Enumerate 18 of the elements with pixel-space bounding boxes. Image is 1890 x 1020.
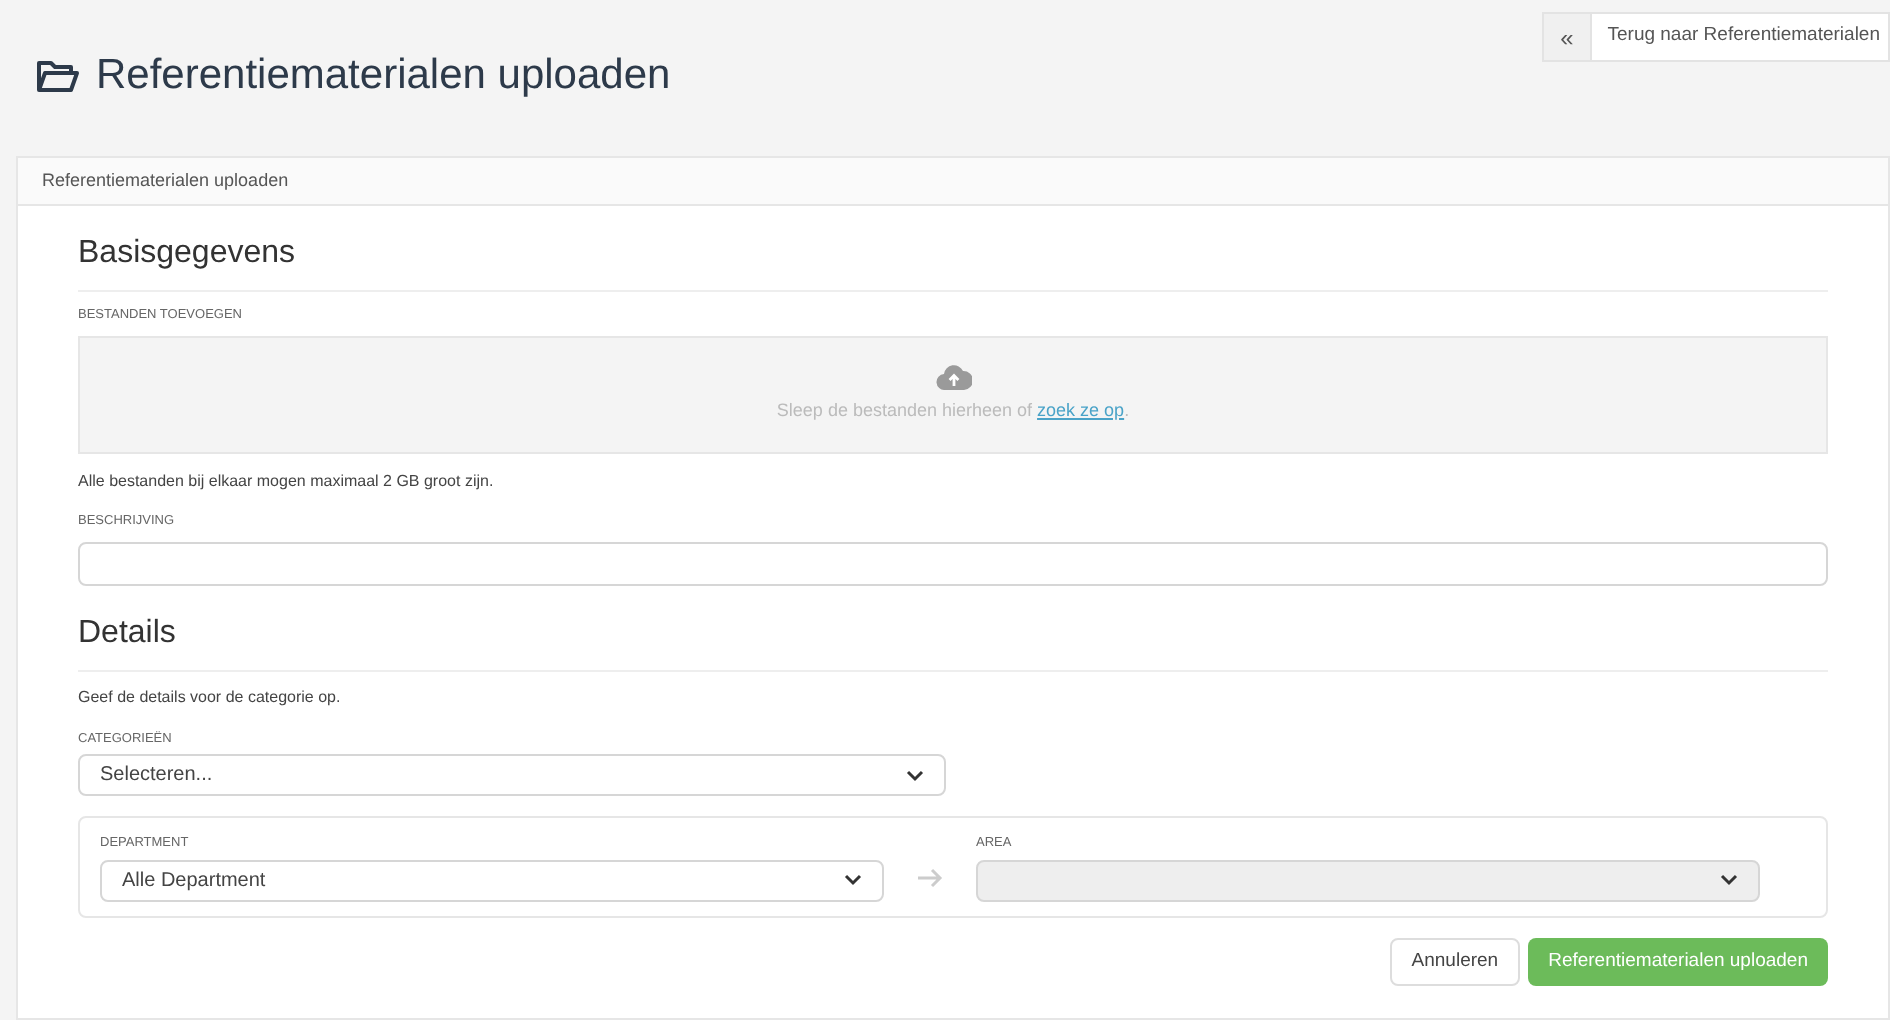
description-field[interactable]: [78, 541, 1828, 585]
chevron-down-icon: [906, 769, 924, 782]
card-header: Referentiematerialen uploaden: [18, 158, 1888, 206]
size-note: Alle bestanden bij elkaar mogen maximaal 2 GB groot zijn.: [78, 469, 496, 494]
select-field[interactable]: Selecteren...: [78, 754, 946, 797]
arrow-right-icon: [916, 867, 944, 888]
chevron-down-icon: [844, 874, 862, 887]
cancel-button[interactable]: Annuleren: [1389, 938, 1521, 987]
section-intro: Geef de details voor de categorie op.: [78, 685, 343, 709]
select-field[interactable]: Alle Department: [100, 859, 884, 902]
chevron-down-icon: [1720, 874, 1738, 887]
page-title: Referentiematerialen uploaden: [96, 50, 671, 102]
section-heading: Basisgegevens: [78, 230, 1828, 292]
section-heading: Details: [78, 609, 1828, 671]
folder-icon: [36, 57, 80, 94]
drop-text: Sleep de bestanden hierheen of zoek ze op.: [776, 398, 1130, 424]
back-button[interactable]: « Terug naar Referentiematerialen: [1542, 12, 1890, 62]
cloud-upload-icon: [935, 364, 971, 390]
